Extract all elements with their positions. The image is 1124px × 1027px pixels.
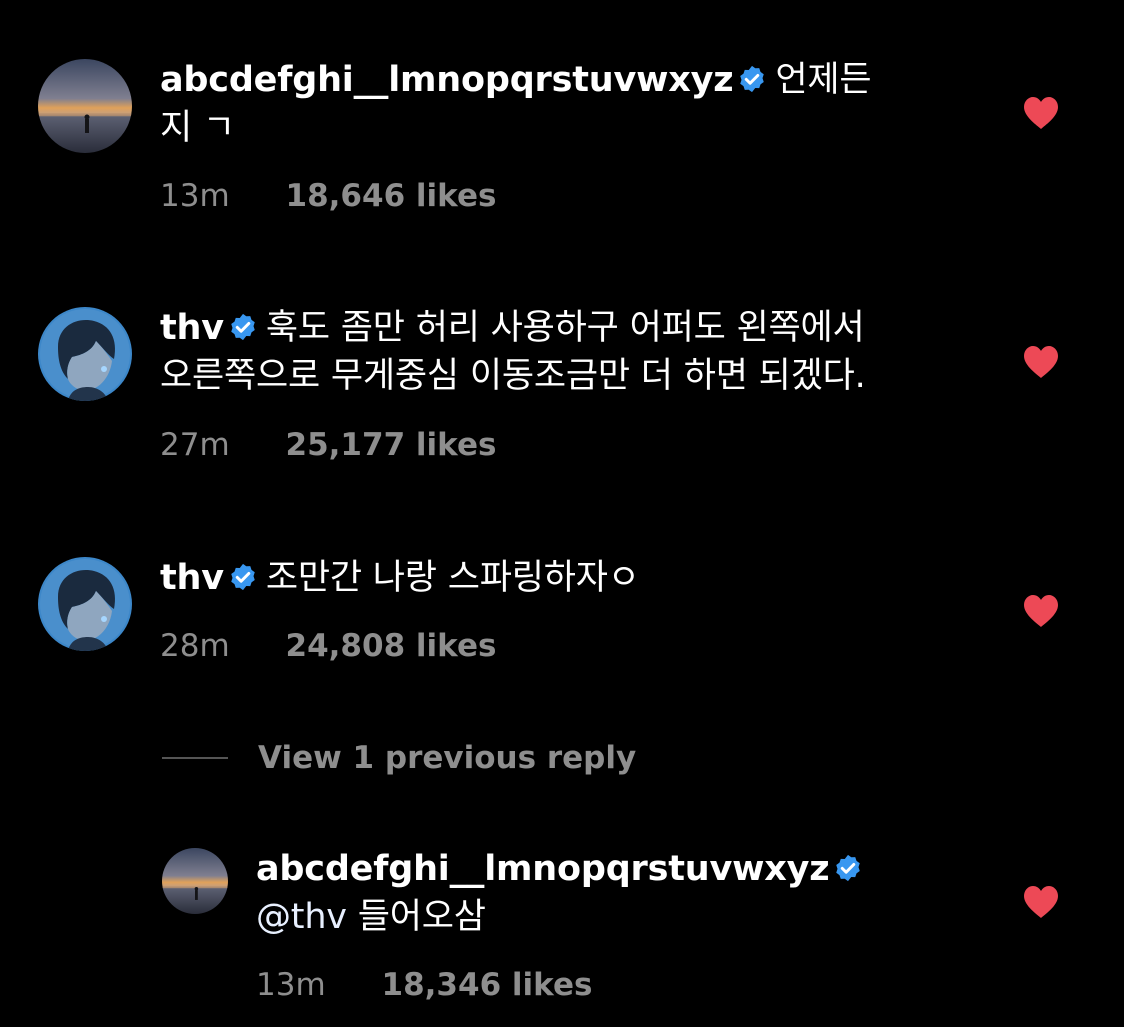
reply-username[interactable]: abcdefghi__lmnopqrstuvwxyz <box>256 849 830 889</box>
comment-body-line1: 훅도 좀만 허리 사용하구 어퍼도 왼쪽에서 <box>265 308 865 348</box>
avatar-sunset[interactable] <box>162 848 228 914</box>
comment-body-line1: 조만간 나랑 스파링하자ㅇ <box>265 558 640 598</box>
comment-likes[interactable]: 24,808 likes <box>286 628 497 664</box>
comment-body-line2: 오른쪽으로 무게중심 이동조금만 더 하면 되겠다. <box>160 356 866 396</box>
heart-icon[interactable] <box>1022 594 1060 628</box>
replies-divider-line <box>162 757 228 759</box>
view-previous-replies-label: View 1 previous reply <box>258 740 637 776</box>
comment-username[interactable]: thv <box>160 308 224 348</box>
verified-badge-icon <box>228 562 258 592</box>
comment-time: 13m <box>160 178 230 214</box>
heart-icon[interactable] <box>1022 885 1060 919</box>
reply-mention-link[interactable]: @thv <box>256 897 347 937</box>
avatar-sunset[interactable] <box>38 59 132 153</box>
heart-icon[interactable] <box>1022 96 1060 130</box>
comment-text: thv 훅도 좀만 허리 사용하구 어퍼도 왼쪽에서 오른쪽으로 무게중심 이동조… <box>160 304 1000 400</box>
heart-icon[interactable] <box>1022 345 1060 379</box>
comment-likes[interactable]: 18,646 likes <box>286 178 497 214</box>
comment-text: thv 조만간 나랑 스파링하자ㅇ <box>160 554 980 602</box>
comment-time: 27m <box>160 427 230 463</box>
comment-likes[interactable]: 25,177 likes <box>286 427 497 463</box>
reply-body: 들어오삼 <box>346 897 486 937</box>
comment-body-line1: 언제든 <box>775 60 872 100</box>
avatar-thv-image <box>38 557 132 651</box>
comment-meta: 13m 18,646 likes <box>160 178 496 214</box>
comment-username[interactable]: thv <box>160 558 224 598</box>
reply-time: 13m <box>256 967 326 1003</box>
avatar-thv[interactable] <box>38 307 132 401</box>
comment-time: 28m <box>160 628 230 664</box>
comments-screen: abcdefghi__lmnopqrstuvwxyz 언제든 지 ㄱ 13m 18… <box>0 0 1124 1027</box>
verified-badge-icon <box>737 64 767 94</box>
comment-text: abcdefghi__lmnopqrstuvwxyz 언제든 지 ㄱ <box>160 56 980 152</box>
reply-text: abcdefghi__lmnopqrstuvwxyz @thv 들어오삼 <box>256 845 996 941</box>
avatar-sunset-image <box>162 848 228 914</box>
reply-meta: 13m 18,346 likes <box>256 967 592 1003</box>
verified-badge-icon <box>228 312 258 342</box>
comment-username[interactable]: abcdefghi__lmnopqrstuvwxyz <box>160 60 734 100</box>
comment-meta: 27m 25,177 likes <box>160 427 496 463</box>
avatar-thv[interactable] <box>38 557 132 651</box>
verified-badge-icon <box>833 853 863 883</box>
comment-meta: 28m 24,808 likes <box>160 628 496 664</box>
avatar-sunset-image <box>38 59 132 153</box>
avatar-thv-image <box>38 307 132 401</box>
comment-body-line2: 지 ㄱ <box>160 108 235 148</box>
reply-likes[interactable]: 18,346 likes <box>382 967 593 1003</box>
view-previous-replies-button[interactable]: View 1 previous reply <box>162 738 636 778</box>
